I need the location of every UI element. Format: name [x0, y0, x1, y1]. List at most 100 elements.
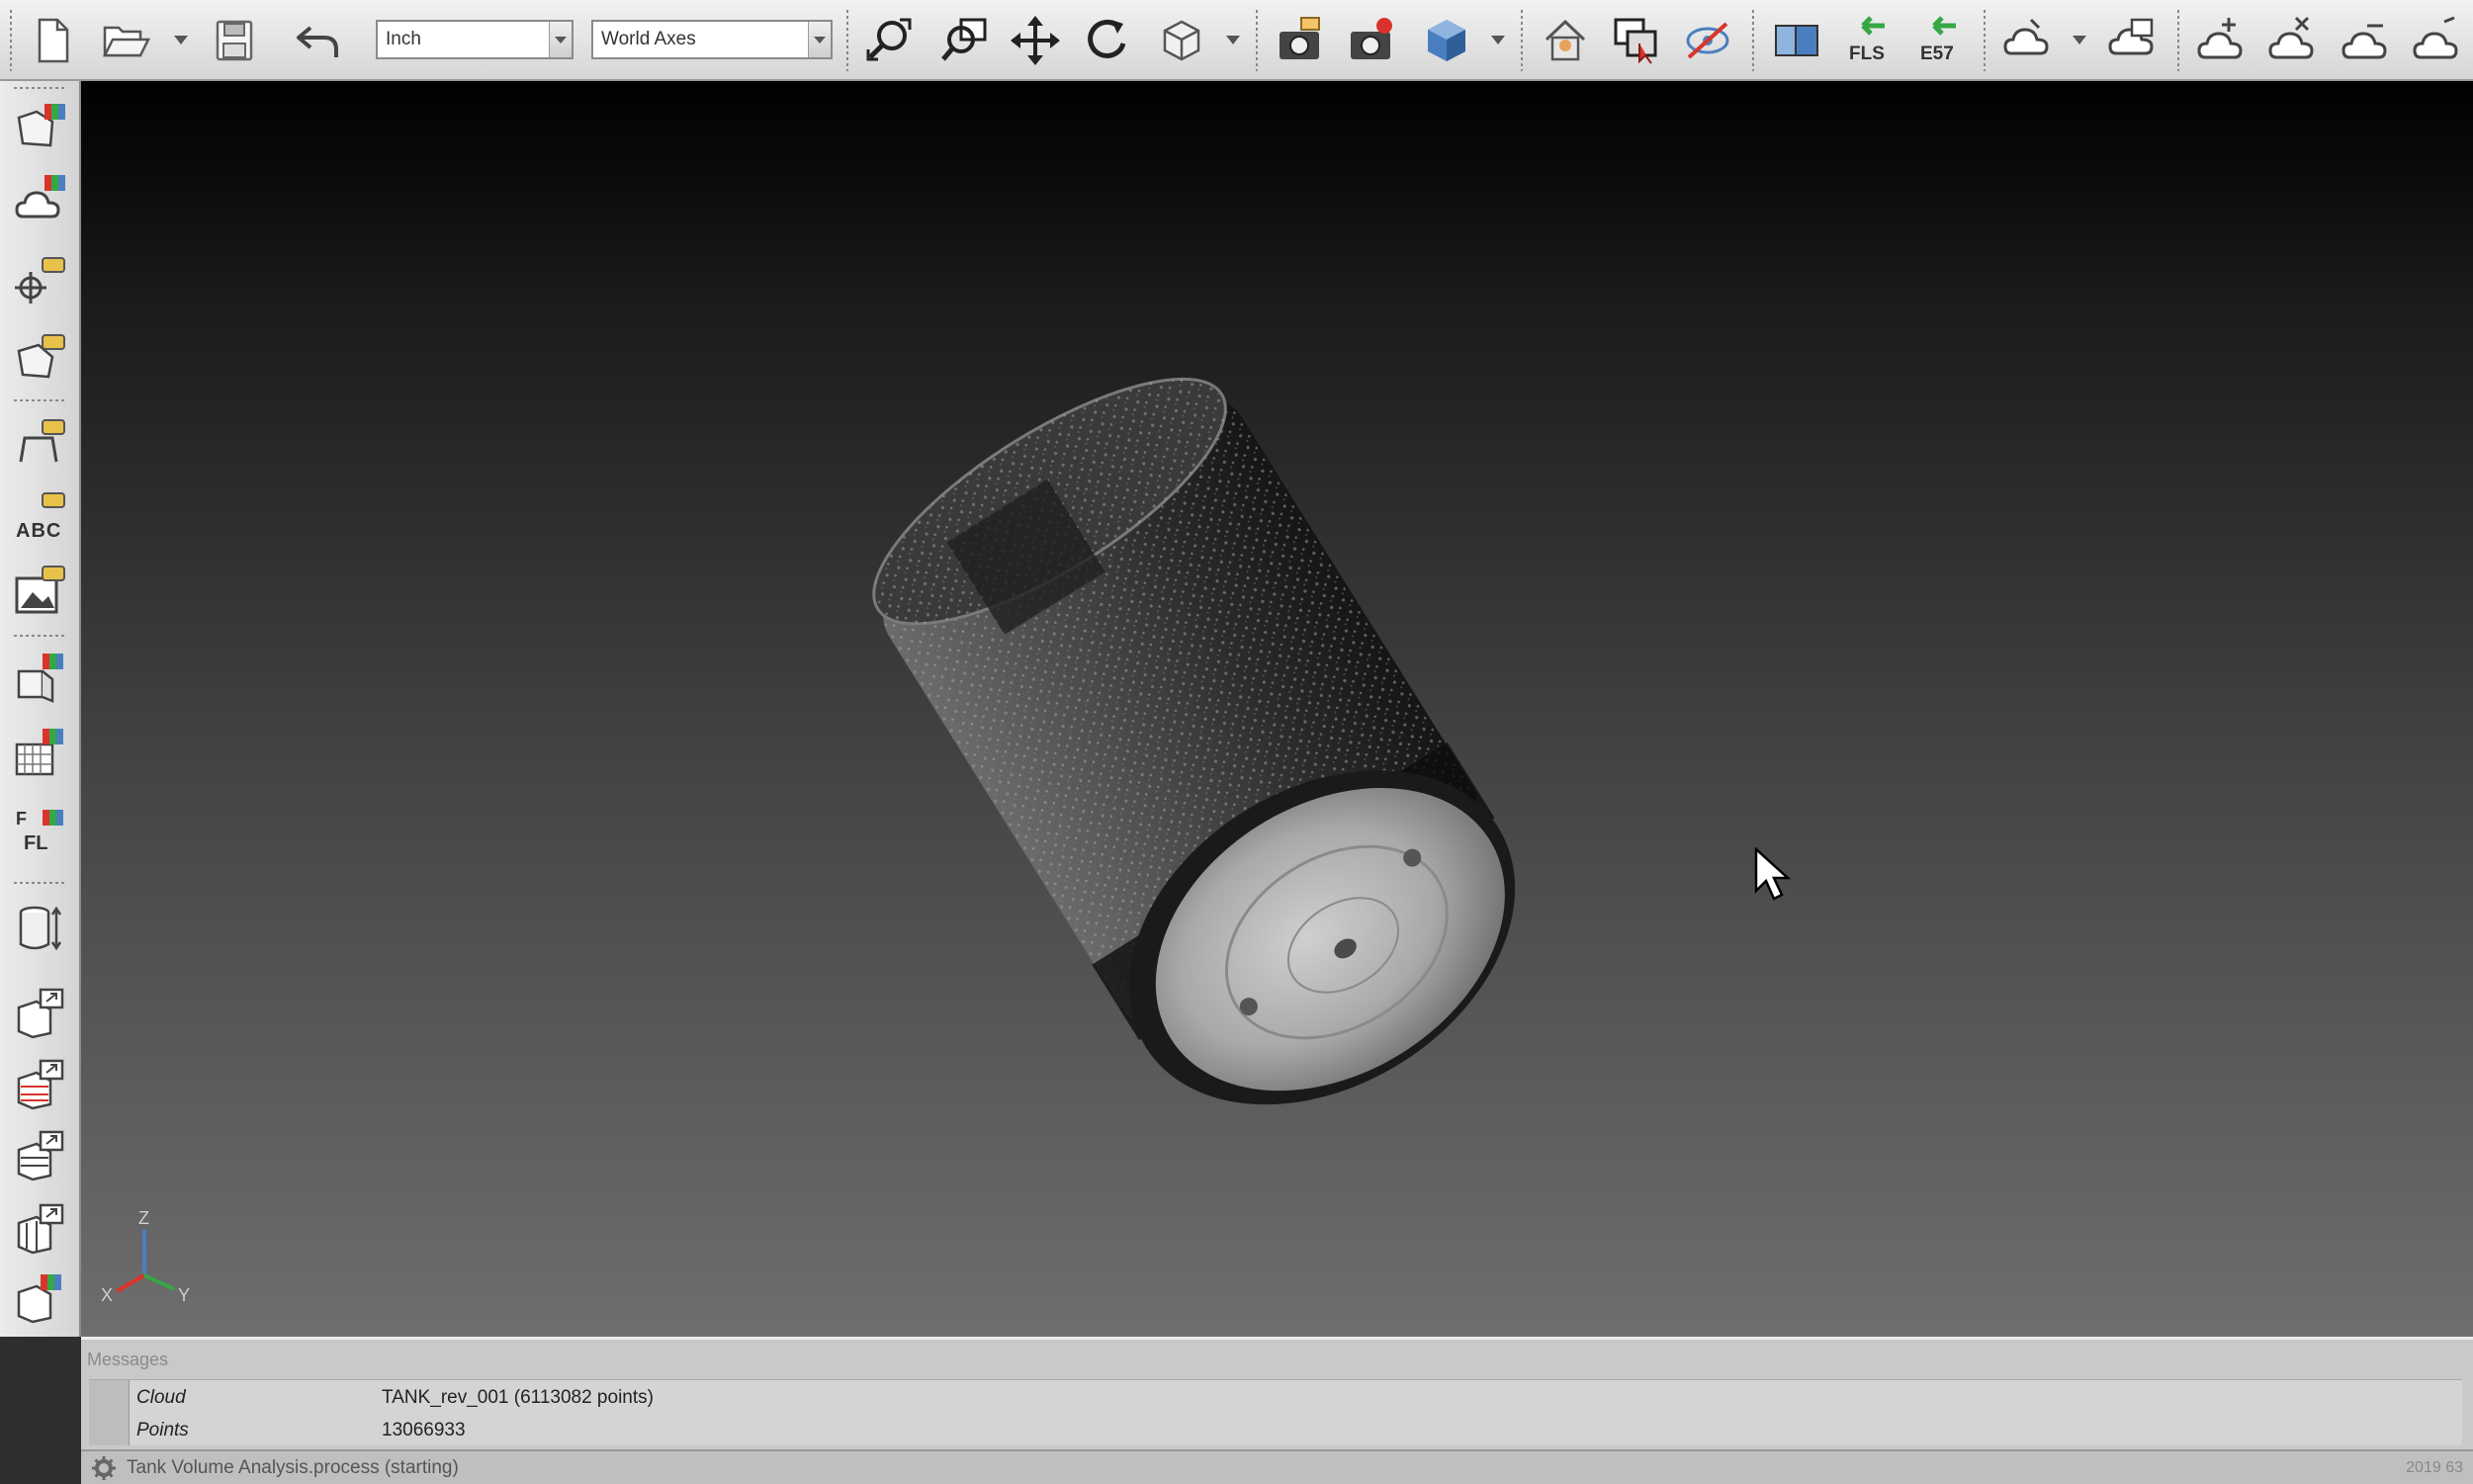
measure-tag-icon: [19, 419, 65, 463]
left-toolbar-grip[interactable]: [14, 87, 67, 89]
fls-label: FLS: [1849, 44, 1885, 64]
open-file-button[interactable]: [95, 10, 156, 71]
image-tag-icon: [15, 566, 65, 614]
cut-cloud-button[interactable]: [2262, 10, 2324, 71]
color-cloud-icon: [15, 175, 65, 218]
hand-select-icon: [1614, 18, 1657, 64]
text-tag-button[interactable]: ABC: [10, 486, 71, 548]
color-mesh-button[interactable]: [10, 722, 71, 783]
z-axis-label: Z: [138, 1208, 149, 1228]
zoom-window-icon: [941, 18, 987, 61]
axes-select-value: World Axes: [601, 29, 696, 49]
point-tag-button[interactable]: [10, 249, 71, 310]
cloud-box-icon: [2108, 18, 2154, 55]
export-model-button[interactable]: [10, 983, 71, 1044]
export-color-icon: [17, 1274, 61, 1324]
toolbar-separator-5: [1984, 10, 1986, 71]
save-button[interactable]: [204, 10, 265, 71]
add-cloud-button[interactable]: [2191, 10, 2252, 71]
toolbar-grip[interactable]: [10, 10, 12, 71]
hide-button[interactable]: [1677, 10, 1738, 71]
main-toolbar: Inch World Axes FLS E57: [0, 0, 2473, 81]
pan-move-icon: [1011, 16, 1060, 65]
snapshot-button[interactable]: [1270, 10, 1331, 71]
axes-select[interactable]: World Axes: [591, 20, 833, 59]
color-scan-button[interactable]: [10, 97, 71, 158]
export-layers-icon: [17, 1059, 64, 1110]
units-select-arrow[interactable]: [549, 22, 572, 57]
export-e57-button[interactable]: E57: [1908, 10, 1970, 71]
split-view-button[interactable]: [1766, 10, 1827, 71]
zoom-window-button[interactable]: [933, 10, 995, 71]
export-color-button[interactable]: [10, 1267, 71, 1329]
axes-select-arrow[interactable]: [808, 22, 831, 57]
zoom-fit-button[interactable]: [858, 10, 920, 71]
cloud-manage-button[interactable]: [1535, 10, 1596, 71]
view-cube-button[interactable]: [1151, 10, 1212, 71]
hide-eye-icon: [1686, 22, 1729, 59]
new-file-button[interactable]: [22, 10, 83, 71]
open-dropdown-arrow[interactable]: [174, 36, 188, 44]
left-toolbar: ABC F FL: [0, 81, 81, 1337]
color-surface-button[interactable]: [10, 647, 71, 708]
rotate-button[interactable]: [1076, 10, 1137, 71]
export-profile-button[interactable]: [10, 1125, 71, 1186]
select-region-button[interactable]: [1606, 10, 1667, 71]
camera-record-icon: [1351, 18, 1392, 59]
zoom-extents-icon: [866, 18, 912, 61]
new-file-icon: [38, 18, 69, 63]
save-icon: [216, 20, 253, 61]
row-value: 13066933: [382, 1420, 466, 1440]
color-mesh-icon: [15, 729, 63, 776]
tank-button[interactable]: [10, 898, 71, 959]
status-bar: Tank Volume Analysis.process (starting) …: [81, 1449, 2473, 1484]
row-key: Cloud: [136, 1387, 186, 1408]
y-axis-line: [143, 1273, 175, 1291]
cloud-paint-icon: [2003, 18, 2049, 55]
table-row[interactable]: Cloud TANK_rev_001 (6113082 points): [89, 1380, 2462, 1413]
view-cube-dropdown-arrow[interactable]: [1226, 36, 1240, 44]
pan-button[interactable]: [1005, 10, 1066, 71]
render-mode-dropdown-arrow[interactable]: [1491, 36, 1505, 44]
undo-icon: [297, 26, 338, 57]
image-tag-button[interactable]: [10, 560, 71, 621]
y-axis-label: Y: [178, 1285, 190, 1305]
units-select[interactable]: Inch: [376, 20, 574, 59]
cloud-tool-button[interactable]: [1997, 10, 2059, 71]
floor-flatness-button[interactable]: F FL: [10, 803, 71, 864]
units-select-value: Inch: [386, 29, 421, 49]
toolbar-separator: [846, 10, 848, 71]
cloud-edit-icon: [2413, 16, 2458, 59]
x-axis-line: [116, 1273, 145, 1293]
table-row[interactable]: Points 13066933: [89, 1413, 2462, 1445]
color-cloud-button[interactable]: [10, 168, 71, 229]
export-slice-button[interactable]: [10, 1198, 71, 1260]
export-box-icon: [17, 988, 64, 1039]
export-section-button[interactable]: [10, 1054, 71, 1115]
cloud-export-button[interactable]: [2102, 10, 2164, 71]
point-cloud-tank[interactable]: [81, 81, 2473, 1337]
color-surface-icon: [17, 654, 63, 703]
undo-button[interactable]: [287, 10, 348, 71]
cloud-more-button[interactable]: [2407, 10, 2468, 71]
toolbar-separator-6: [2177, 10, 2179, 71]
messages-title: Messages: [87, 1350, 169, 1369]
toolbar-separator-3: [1521, 10, 1523, 71]
3d-viewport[interactable]: Z X Y: [81, 81, 2473, 1337]
crosshair-tag-icon: [15, 257, 65, 304]
camera-snapshot-icon: [1280, 17, 1320, 59]
row-value: TANK_rev_001 (6113082 points): [382, 1387, 654, 1408]
cloud-add-icon: [2197, 18, 2243, 59]
snapshot-settings-button[interactable]: [1341, 10, 1402, 71]
messages-panel: Messages Cloud TANK_rev_001 (6113082 poi…: [81, 1337, 2473, 1449]
measure-tag-button[interactable]: [10, 411, 71, 473]
cloud-tool-dropdown-arrow[interactable]: [2073, 36, 2086, 44]
ffl-label-top: F: [16, 809, 27, 829]
left-toolbar-separator: [14, 399, 67, 401]
remove-cloud-button[interactable]: [2336, 10, 2397, 71]
export-fls-button[interactable]: FLS: [1837, 10, 1899, 71]
color-scan-icon: [17, 104, 65, 147]
cube-view-icon: [1163, 20, 1200, 61]
render-mode-button[interactable]: [1416, 10, 1477, 71]
polygon-tag-button[interactable]: [10, 326, 71, 388]
